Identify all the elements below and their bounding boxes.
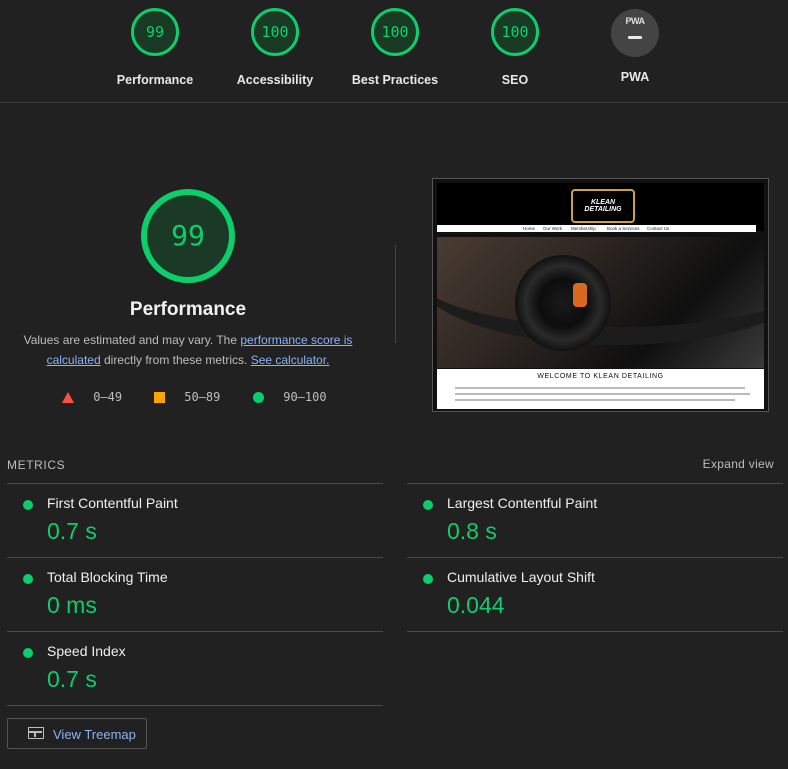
gauge-pwa[interactable]: PWA PWA: [575, 9, 695, 84]
legend-range: 0–49: [93, 390, 123, 404]
metric-value: 0.8 s: [447, 518, 497, 544]
gauge-label: Accessibility: [236, 73, 314, 87]
performance-title: Performance: [129, 299, 247, 320]
gauge-label: SEO: [501, 73, 529, 87]
gauge-seo[interactable]: 100 SEO: [455, 8, 575, 87]
pwa-badge-icon: PWA: [611, 9, 659, 57]
performance-gauge: 99: [140, 188, 236, 284]
score-ring: 99: [131, 8, 179, 56]
legend-fail: 0–49: [62, 390, 122, 404]
legend-range: 90–100: [283, 390, 327, 404]
gauge-label: PWA: [620, 70, 650, 84]
site-nav-item: Contact Us: [647, 226, 670, 231]
text-line: [455, 393, 750, 395]
metric-name: Total Blocking Time: [47, 569, 168, 585]
metric-value: 0.7 s: [47, 518, 97, 544]
site-welcome-heading: WELCOME TO KLEAN DETAILING: [537, 373, 664, 380]
desc-text: Values are estimated and may vary. The: [23, 333, 241, 347]
see-calculator-link[interactable]: See calculator.: [251, 353, 330, 367]
legend-pass: 90–100: [253, 390, 327, 404]
pass-circle-icon: [423, 500, 433, 510]
pwa-badge-text: PWA: [625, 16, 645, 26]
metric-first-contentful-paint: First Contentful Paint 0.7 s: [7, 483, 383, 557]
expand-view-toggle[interactable]: Expand view: [703, 457, 774, 471]
brake-caliper-shape: [573, 283, 587, 307]
gauge-accessibility[interactable]: 100 Accessibility: [215, 8, 335, 87]
site-nav: Home Our Work Membership Book a Services…: [437, 225, 756, 232]
performance-description: Values are estimated and may vary. The p…: [18, 330, 358, 370]
view-treemap-label: View Treemap: [53, 727, 136, 742]
pass-circle-icon: [23, 500, 33, 510]
pass-circle-icon: [23, 574, 33, 584]
metric-name: First Contentful Paint: [47, 495, 178, 511]
gauge-best-practices[interactable]: 100 Best Practices: [335, 8, 455, 87]
metric-value: 0.044: [447, 592, 505, 618]
text-line: [455, 387, 745, 389]
text-line: [455, 399, 735, 401]
metric-speed-index: Speed Index 0.7 s: [7, 631, 383, 706]
metric-value: 0.7 s: [47, 666, 97, 692]
metric-name: Cumulative Layout Shift: [447, 569, 595, 585]
pass-circle-icon: [423, 574, 433, 584]
metric-largest-contentful-paint: Largest Contentful Paint 0.8 s: [407, 483, 783, 557]
score-ring: 100: [371, 8, 419, 56]
site-nav-item: Membership: [571, 226, 596, 231]
score-ring: 100: [491, 8, 539, 56]
metric-name: Largest Contentful Paint: [447, 495, 598, 511]
metric-value: 0 ms: [47, 592, 97, 618]
legend-range: 50–89: [184, 390, 221, 404]
gauge-label: Best Practices: [351, 73, 439, 87]
metrics-heading: METRICS: [7, 458, 66, 472]
metric-cumulative-layout-shift: Cumulative Layout Shift 0.044: [407, 557, 783, 632]
treemap-icon: [28, 727, 44, 739]
site-logo-icon: KLEAN DETAILING: [571, 189, 635, 223]
hero-image: [437, 237, 764, 368]
wheel-shape: [515, 255, 611, 351]
score-ring: 100: [251, 8, 299, 56]
site-body: WELCOME TO KLEAN DETAILING: [437, 369, 764, 409]
category-gauges: 99 Performance 100 Accessibility 100 Bes…: [0, 0, 788, 103]
triangle-icon: [62, 392, 74, 403]
site-nav-item: Book a Services: [607, 226, 640, 231]
site-header: KLEAN DETAILING: [437, 183, 764, 231]
metric-name: Speed Index: [47, 643, 126, 659]
metric-total-blocking-time: Total Blocking Time 0 ms: [7, 557, 383, 631]
site-logo-text: KLEAN DETAILING: [584, 199, 622, 213]
final-screenshot[interactable]: KLEAN DETAILING Home Our Work Membership…: [432, 178, 769, 412]
square-icon: [154, 392, 165, 403]
dash-icon: [628, 36, 642, 39]
site-nav-item: Our Work: [543, 226, 563, 231]
gauge-performance[interactable]: 99 Performance: [95, 8, 215, 87]
performance-score: 99: [171, 219, 205, 252]
circle-icon: [253, 392, 264, 403]
legend-average: 50–89: [154, 390, 220, 404]
gauge-label: Performance: [116, 73, 194, 87]
divider: [395, 245, 396, 343]
desc-text: directly from these metrics.: [100, 353, 251, 367]
site-nav-item: Home: [523, 226, 536, 231]
pass-circle-icon: [23, 648, 33, 658]
view-treemap-button[interactable]: View Treemap: [7, 718, 147, 749]
